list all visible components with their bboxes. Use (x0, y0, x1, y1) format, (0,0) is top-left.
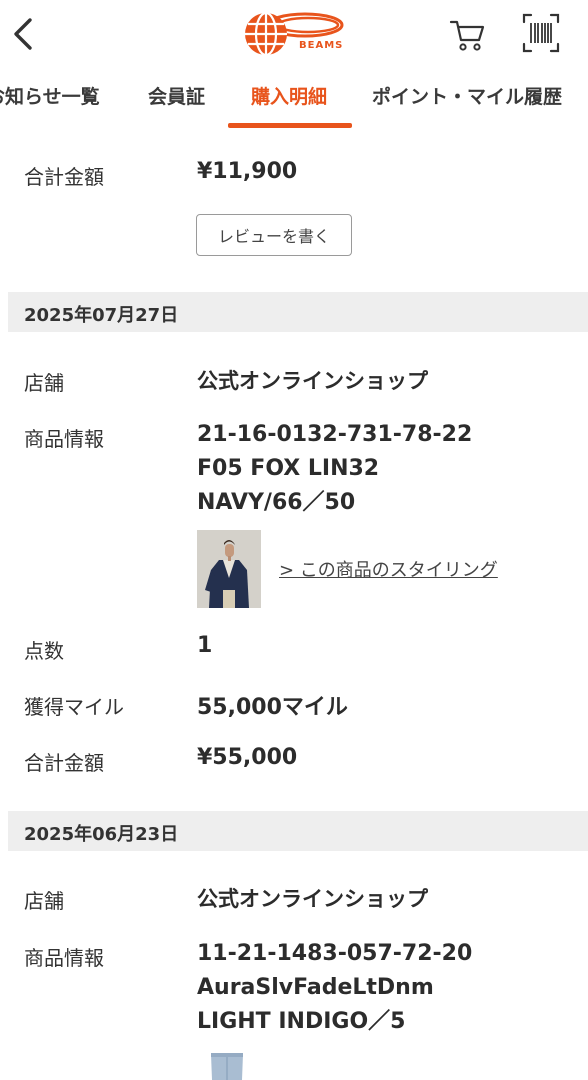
product-photo (197, 1050, 261, 1080)
cart-button[interactable] (448, 14, 488, 54)
quantity-label: 点数 (24, 639, 64, 663)
product-info-value: 21-16-0132-731-78-22 F05 FOX LIN32 NAVY/… (197, 418, 472, 520)
product-color-size: NAVY/66／50 (197, 490, 356, 515)
total-value: ¥55,000 (197, 745, 298, 770)
tab-bar: お知らせ一覧 会員証 購入明細 ポイント・マイル履歴 (0, 68, 588, 130)
write-review-button[interactable]: レビューを書く (196, 214, 352, 256)
product-info-label: 商品情報 (24, 427, 104, 451)
product-code: 11-21-1483-057-72-20 (197, 941, 473, 966)
total-label: 合計金額 (24, 751, 104, 775)
order-date: 2025年06月23日 (24, 824, 179, 845)
product-code: 21-16-0132-731-78-22 (197, 422, 473, 447)
miles-label: 獲得マイル (24, 695, 124, 719)
product-info-label: 商品情報 (24, 946, 104, 970)
barcode-button[interactable] (521, 12, 561, 54)
app-header: BEAMS (0, 0, 588, 68)
tab-notifications[interactable]: お知らせ一覧 (0, 82, 100, 109)
store-value: 公式オンラインショップ (197, 369, 428, 393)
store-label: 店舗 (24, 889, 64, 913)
product-thumbnail[interactable] (197, 530, 261, 608)
cart-icon (449, 20, 485, 51)
product-name: F05 FOX LIN32 (197, 456, 380, 481)
barcode-scan-icon (522, 13, 560, 53)
tab-membership-card[interactable]: 会員証 (148, 82, 205, 109)
miles-value: 55,000マイル (197, 695, 348, 720)
product-photo (197, 530, 261, 608)
chevron-left-icon (14, 18, 32, 50)
store-value: 公式オンラインショップ (197, 887, 428, 911)
order-date-header: 2025年06月23日 (8, 811, 588, 851)
order-date: 2025年07月27日 (24, 305, 179, 326)
product-name: AuraSlvFadeLtDnm (197, 975, 434, 1000)
tab-purchase-history[interactable]: 購入明細 (251, 82, 327, 109)
total-label: 合計金額 (24, 165, 104, 189)
back-button[interactable] (10, 14, 40, 54)
order-date-header: 2025年07月27日 (8, 292, 588, 332)
active-tab-indicator (228, 123, 352, 128)
product-thumbnail[interactable] (197, 1050, 261, 1080)
store-label: 店舗 (24, 371, 64, 395)
product-color-size: LIGHT INDIGO／5 (197, 1009, 406, 1034)
quantity-value: 1 (197, 633, 213, 658)
logo-wordmark: BEAMS (299, 40, 344, 51)
tab-points-miles[interactable]: ポイント・マイル履歴 (372, 82, 562, 109)
product-info-value: 11-21-1483-057-72-20 AuraSlvFadeLtDnm LI… (197, 937, 472, 1039)
total-value: ¥11,900 (197, 159, 298, 184)
styling-link[interactable]: > この商品のスタイリング (279, 556, 498, 582)
